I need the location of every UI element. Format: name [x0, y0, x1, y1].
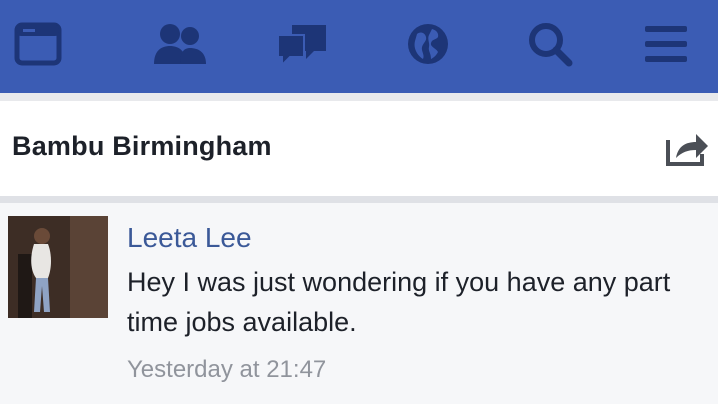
top-navigation-bar: [0, 0, 718, 93]
divider: [0, 93, 718, 101]
sender-name[interactable]: Leeta Lee: [127, 222, 252, 254]
share-icon[interactable]: [664, 128, 710, 168]
divider: [0, 196, 718, 203]
message-text: Hey I was just wondering if you have any…: [127, 267, 671, 337]
notifications-globe-icon[interactable]: [400, 18, 456, 70]
avatar[interactable]: [8, 216, 108, 318]
messages-icon[interactable]: [274, 18, 330, 70]
message-timestamp: Yesterday at 21:47: [127, 356, 327, 383]
news-feed-icon[interactable]: [10, 18, 66, 70]
page-title: Bambu Birmingham: [12, 131, 272, 161]
page-header: Bambu Birmingham: [0, 93, 718, 197]
friend-requests-icon[interactable]: [152, 18, 208, 70]
menu-icon[interactable]: [638, 18, 694, 70]
search-icon[interactable]: [522, 18, 578, 70]
